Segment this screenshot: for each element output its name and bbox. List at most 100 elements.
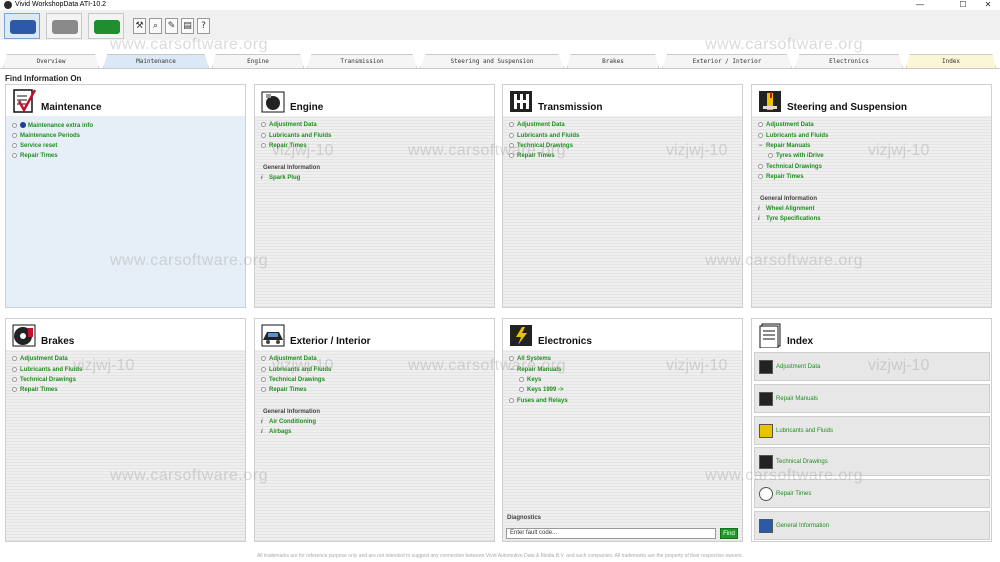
tab-exterior-interior[interactable]: Exterior / Interior [662, 54, 792, 68]
index-book-icon [759, 323, 781, 348]
link-all-systems[interactable]: All Systems [509, 356, 551, 362]
panel-title: Index [787, 336, 814, 347]
footer-disclaimer: All trademarks are for reference purpose… [257, 553, 743, 559]
printer-icon: ▤ [183, 21, 192, 31]
green-car-button[interactable] [88, 13, 124, 39]
index-item-adjustment-data[interactable]: Adjustment Data [754, 352, 990, 381]
link-repair-manuals[interactable]: − Repair Manuals [509, 367, 562, 373]
panel-engine: Engine Adjustment Data Lubricants and Fl… [254, 84, 495, 308]
link-technical-drawings[interactable]: Technical Drawings [261, 377, 325, 383]
link-technical-drawings[interactable]: Technical Drawings [758, 164, 822, 170]
panel-title: Brakes [41, 336, 75, 347]
link-repair-times[interactable]: Repair Times [12, 153, 58, 159]
link-repair-times[interactable]: Repair Times [261, 143, 307, 149]
drawing-icon [759, 455, 773, 469]
link-repair-manuals[interactable]: − Repair Manuals [758, 143, 811, 149]
car-body-icon [261, 324, 285, 347]
truck-icon [52, 20, 78, 34]
oil-icon [759, 424, 773, 438]
link-adjustment-data[interactable]: Adjustment Data [12, 356, 68, 362]
tab-transmission[interactable]: Transmission [307, 54, 417, 68]
panel-body: Adjustment Data Lubricants and Fluids Te… [255, 350, 494, 541]
link-repair-times[interactable]: Repair Times [12, 387, 58, 393]
link-adjustment-data[interactable]: Adjustment Data [261, 122, 317, 128]
link-maintenance-extra-info[interactable]: Maintenance extra info [12, 122, 93, 129]
link-lubricants-fluids[interactable]: Lubricants and Fluids [261, 133, 331, 139]
link-spark-plug[interactable]: i Spark Plug [261, 175, 300, 181]
brake-disc-icon [12, 324, 36, 347]
maximize-button[interactable]: ☐ [953, 0, 973, 10]
link-keys-1999[interactable]: Keys 1999 -> [519, 387, 564, 393]
tab-underline [0, 68, 1000, 69]
suspension-icon [759, 91, 781, 112]
link-adjustment-data[interactable]: Adjustment Data [509, 122, 565, 128]
adjustment-icon [759, 360, 773, 374]
fault-code-input[interactable]: Enter fault code... [506, 528, 716, 539]
search-tool-button[interactable]: ⌕ [149, 18, 162, 34]
panel-header: Index [752, 319, 991, 350]
link-lubricants-fluids[interactable]: Lubricants and Fluids [758, 133, 828, 139]
index-item-technical-drawings[interactable]: Technical Drawings [754, 447, 990, 476]
tab-brakes[interactable]: Brakes [567, 54, 659, 68]
panel-body: Adjustment Data Lubricants and Fluids Te… [6, 350, 245, 541]
tab-electronics[interactable]: Electronics [795, 54, 903, 68]
link-tyre-specifications[interactable]: i Tyre Specifications [758, 216, 821, 222]
panel-title: Steering and Suspension [787, 102, 908, 113]
index-item-lubricants-fluids[interactable]: Lubricants and Fluids [754, 416, 990, 445]
print-button[interactable]: ▤ [181, 18, 194, 34]
panel-electronics: Electronics All Systems − Repair Manuals … [502, 318, 743, 542]
tab-index[interactable]: Index [906, 54, 996, 68]
panel-header: Transmission [503, 85, 742, 116]
tab-overview[interactable]: Overview [3, 54, 99, 68]
link-lubricants-fluids[interactable]: Lubricants and Fluids [12, 367, 82, 373]
link-wheel-alignment[interactable]: i Wheel Alignment [758, 206, 814, 212]
link-lubricants-fluids[interactable]: Lubricants and Fluids [509, 133, 579, 139]
vehicle-select-button[interactable] [4, 13, 40, 39]
close-button[interactable]: ✕ [978, 0, 998, 10]
link-repair-times[interactable]: Repair Times [261, 387, 307, 393]
help-button[interactable]: ? [197, 18, 210, 34]
link-adjustment-data[interactable]: Adjustment Data [758, 122, 814, 128]
info-book-icon [759, 519, 773, 533]
link-tyres-with-idrive[interactable]: Tyres with iDrive [768, 153, 824, 159]
link-technical-drawings[interactable]: Technical Drawings [12, 377, 76, 383]
panel-title: Electronics [538, 336, 592, 347]
link-maintenance-periods[interactable]: Maintenance Periods [12, 133, 80, 139]
tab-steering-suspension[interactable]: Steering and Suspension [420, 54, 564, 68]
index-item-repair-manuals[interactable]: Repair Manuals [754, 384, 990, 413]
general-information-label: General Information [263, 165, 321, 171]
app-logo-icon [4, 1, 12, 9]
panel-title: Engine [290, 102, 324, 113]
link-service-reset[interactable]: Service reset [12, 143, 57, 149]
checklist-icon [13, 89, 37, 113]
link-lubricants-fluids[interactable]: Lubricants and Fluids [261, 367, 331, 373]
link-air-conditioning[interactable]: i Air Conditioning [261, 419, 316, 425]
minimize-button[interactable]: — [910, 0, 930, 10]
magnifier-icon: ⌕ [152, 21, 159, 31]
tab-maintenance[interactable]: Maintenance [103, 54, 209, 68]
index-item-general-information[interactable]: General Information [754, 511, 990, 540]
panel-steering-suspension: Steering and Suspension Adjustment Data … [751, 84, 992, 308]
link-technical-drawings[interactable]: Technical Drawings [509, 143, 573, 149]
index-item-repair-times[interactable]: Repair Times [754, 479, 990, 508]
link-keys[interactable]: Keys [519, 377, 541, 383]
panel-index: Index Adjustment Data Repair Manuals Lub… [751, 318, 992, 542]
link-adjustment-data[interactable]: Adjustment Data [261, 356, 317, 362]
link-repair-times[interactable]: Repair Times [758, 174, 804, 180]
tools-button[interactable]: ⚒ [133, 18, 146, 34]
general-information-label: General Information [263, 409, 321, 415]
find-button[interactable]: Find [720, 528, 738, 539]
app-window: Vivid WorkshopData ATI-10.2 — ☐ ✕ ⚒ ⌕ ✎ … [0, 0, 1000, 562]
panel-header: Exterior / Interior [255, 319, 494, 350]
link-airbags[interactable]: i Airbags [261, 429, 291, 435]
panel-title: Transmission [538, 102, 603, 113]
link-repair-times[interactable]: Repair Times [509, 153, 555, 159]
panel-title: Maintenance [41, 102, 102, 113]
edit-button[interactable]: ✎ [165, 18, 178, 34]
truck-select-button[interactable] [46, 13, 82, 39]
link-fuses-relays[interactable]: Fuses and Relays [509, 398, 568, 404]
find-information-label: Find Information On [5, 74, 82, 83]
panel-header: Steering and Suspension [752, 85, 991, 116]
tab-engine[interactable]: Engine [212, 54, 304, 68]
pencil-icon: ✎ [167, 21, 176, 31]
